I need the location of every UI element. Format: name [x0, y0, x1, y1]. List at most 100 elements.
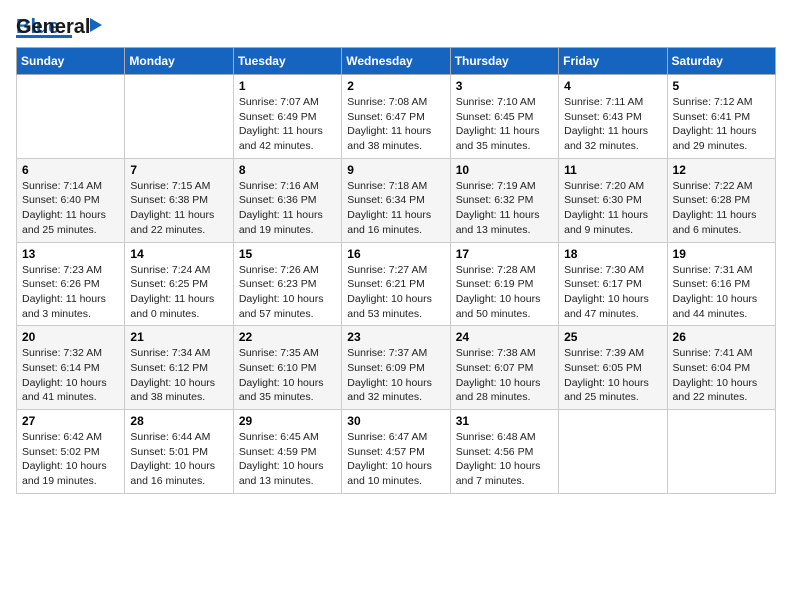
calendar-day-21: 21 Sunrise: 7:34 AM Sunset: 6:12 PM Dayli…	[125, 326, 233, 410]
day-info: Sunrise: 7:18 AM Sunset: 6:34 PM Dayligh…	[347, 179, 444, 238]
calendar-week-1: 1 Sunrise: 7:07 AM Sunset: 6:49 PM Daylig…	[17, 75, 776, 159]
day-info: Sunrise: 7:31 AM Sunset: 6:16 PM Dayligh…	[673, 263, 770, 322]
calendar-header-row: SundayMondayTuesdayWednesdayThursdayFrid…	[17, 48, 776, 75]
day-info: Sunrise: 7:32 AM Sunset: 6:14 PM Dayligh…	[22, 346, 119, 405]
day-info: Sunrise: 7:30 AM Sunset: 6:17 PM Dayligh…	[564, 263, 661, 322]
calendar-week-2: 6 Sunrise: 7:14 AM Sunset: 6:40 PM Daylig…	[17, 158, 776, 242]
day-number: 20	[22, 330, 119, 344]
day-info: Sunrise: 7:22 AM Sunset: 6:28 PM Dayligh…	[673, 179, 770, 238]
day-info: Sunrise: 7:12 AM Sunset: 6:41 PM Dayligh…	[673, 95, 770, 154]
day-number: 24	[456, 330, 553, 344]
day-number: 6	[22, 163, 119, 177]
page-header: General Blue	[16, 16, 776, 39]
calendar-day-23: 23 Sunrise: 7:37 AM Sunset: 6:09 PM Dayli…	[342, 326, 450, 410]
day-number: 8	[239, 163, 336, 177]
weekday-header-saturday: Saturday	[667, 48, 775, 75]
calendar-day-24: 24 Sunrise: 7:38 AM Sunset: 6:07 PM Dayli…	[450, 326, 558, 410]
calendar-day-25: 25 Sunrise: 7:39 AM Sunset: 6:05 PM Dayli…	[559, 326, 667, 410]
calendar-day-29: 29Sunrise: 6:45 AM Sunset: 4:59 PM Dayli…	[233, 410, 341, 494]
calendar-empty-cell	[17, 75, 125, 159]
calendar-day-14: 14 Sunrise: 7:24 AM Sunset: 6:25 PM Dayli…	[125, 242, 233, 326]
day-number: 16	[347, 247, 444, 261]
day-info: Sunrise: 7:10 AM Sunset: 6:45 PM Dayligh…	[456, 95, 553, 154]
day-number: 14	[130, 247, 227, 261]
day-number: 27	[22, 414, 119, 428]
calendar-day-1: 1 Sunrise: 7:07 AM Sunset: 6:49 PM Daylig…	[233, 75, 341, 159]
logo-arrow-icon	[90, 18, 102, 32]
day-number: 15	[239, 247, 336, 261]
day-number: 23	[347, 330, 444, 344]
calendar-body: 1 Sunrise: 7:07 AM Sunset: 6:49 PM Daylig…	[17, 75, 776, 494]
day-info: Sunrise: 6:42 AM Sunset: 5:02 PM Dayligh…	[22, 430, 119, 489]
calendar-day-7: 7 Sunrise: 7:15 AM Sunset: 6:38 PM Daylig…	[125, 158, 233, 242]
calendar-day-19: 19 Sunrise: 7:31 AM Sunset: 6:16 PM Dayli…	[667, 242, 775, 326]
logo-general: General	[16, 16, 90, 38]
day-info: Sunrise: 7:41 AM Sunset: 6:04 PM Dayligh…	[673, 346, 770, 405]
day-info: Sunrise: 7:26 AM Sunset: 6:23 PM Dayligh…	[239, 263, 336, 322]
weekday-header-wednesday: Wednesday	[342, 48, 450, 75]
day-number: 1	[239, 79, 336, 93]
calendar-day-26: 26 Sunrise: 7:41 AM Sunset: 6:04 PM Dayli…	[667, 326, 775, 410]
calendar-day-11: 11Sunrise: 7:20 AM Sunset: 6:30 PM Dayli…	[559, 158, 667, 242]
day-info: Sunrise: 7:16 AM Sunset: 6:36 PM Dayligh…	[239, 179, 336, 238]
calendar-week-3: 13 Sunrise: 7:23 AM Sunset: 6:26 PM Dayli…	[17, 242, 776, 326]
calendar-day-18: 18 Sunrise: 7:30 AM Sunset: 6:17 PM Dayli…	[559, 242, 667, 326]
day-info: Sunrise: 7:07 AM Sunset: 6:49 PM Dayligh…	[239, 95, 336, 154]
day-info: Sunrise: 7:37 AM Sunset: 6:09 PM Dayligh…	[347, 346, 444, 405]
day-info: Sunrise: 7:11 AM Sunset: 6:43 PM Dayligh…	[564, 95, 661, 154]
calendar-day-15: 15 Sunrise: 7:26 AM Sunset: 6:23 PM Dayli…	[233, 242, 341, 326]
day-info: Sunrise: 7:34 AM Sunset: 6:12 PM Dayligh…	[130, 346, 227, 405]
calendar-day-4: 4 Sunrise: 7:11 AM Sunset: 6:43 PM Daylig…	[559, 75, 667, 159]
calendar-day-12: 12Sunrise: 7:22 AM Sunset: 6:28 PM Dayli…	[667, 158, 775, 242]
day-number: 21	[130, 330, 227, 344]
weekday-header-sunday: Sunday	[17, 48, 125, 75]
day-info: Sunrise: 7:19 AM Sunset: 6:32 PM Dayligh…	[456, 179, 553, 238]
day-number: 7	[130, 163, 227, 177]
day-number: 26	[673, 330, 770, 344]
calendar-day-13: 13 Sunrise: 7:23 AM Sunset: 6:26 PM Dayli…	[17, 242, 125, 326]
day-number: 22	[239, 330, 336, 344]
day-number: 31	[456, 414, 553, 428]
logo: General Blue	[16, 16, 90, 39]
day-info: Sunrise: 7:38 AM Sunset: 6:07 PM Dayligh…	[456, 346, 553, 405]
day-number: 17	[456, 247, 553, 261]
weekday-header-thursday: Thursday	[450, 48, 558, 75]
calendar-day-28: 28 Sunrise: 6:44 AM Sunset: 5:01 PM Dayli…	[125, 410, 233, 494]
day-info: Sunrise: 7:23 AM Sunset: 6:26 PM Dayligh…	[22, 263, 119, 322]
calendar-empty-cell	[667, 410, 775, 494]
day-info: Sunrise: 6:47 AM Sunset: 4:57 PM Dayligh…	[347, 430, 444, 489]
day-number: 10	[456, 163, 553, 177]
day-info: Sunrise: 6:44 AM Sunset: 5:01 PM Dayligh…	[130, 430, 227, 489]
weekday-header-friday: Friday	[559, 48, 667, 75]
calendar-empty-cell	[559, 410, 667, 494]
day-info: Sunrise: 7:24 AM Sunset: 6:25 PM Dayligh…	[130, 263, 227, 322]
day-info: Sunrise: 7:28 AM Sunset: 6:19 PM Dayligh…	[456, 263, 553, 322]
day-info: Sunrise: 7:14 AM Sunset: 6:40 PM Dayligh…	[22, 179, 119, 238]
calendar-day-16: 16 Sunrise: 7:27 AM Sunset: 6:21 PM Dayli…	[342, 242, 450, 326]
day-number: 28	[130, 414, 227, 428]
weekday-header-tuesday: Tuesday	[233, 48, 341, 75]
day-number: 11	[564, 163, 661, 177]
day-info: Sunrise: 7:27 AM Sunset: 6:21 PM Dayligh…	[347, 263, 444, 322]
calendar-day-2: 2Sunrise: 7:08 AM Sunset: 6:47 PM Daylig…	[342, 75, 450, 159]
calendar-day-6: 6 Sunrise: 7:14 AM Sunset: 6:40 PM Daylig…	[17, 158, 125, 242]
calendar-day-30: 30Sunrise: 6:47 AM Sunset: 4:57 PM Dayli…	[342, 410, 450, 494]
day-info: Sunrise: 6:48 AM Sunset: 4:56 PM Dayligh…	[456, 430, 553, 489]
day-info: Sunrise: 7:39 AM Sunset: 6:05 PM Dayligh…	[564, 346, 661, 405]
calendar-day-3: 3 Sunrise: 7:10 AM Sunset: 6:45 PM Daylig…	[450, 75, 558, 159]
calendar-day-20: 20 Sunrise: 7:32 AM Sunset: 6:14 PM Dayli…	[17, 326, 125, 410]
calendar-day-10: 10 Sunrise: 7:19 AM Sunset: 6:32 PM Dayli…	[450, 158, 558, 242]
weekday-header-monday: Monday	[125, 48, 233, 75]
day-number: 18	[564, 247, 661, 261]
day-number: 3	[456, 79, 553, 93]
day-number: 19	[673, 247, 770, 261]
calendar-week-5: 27 Sunrise: 6:42 AM Sunset: 5:02 PM Dayli…	[17, 410, 776, 494]
day-number: 25	[564, 330, 661, 344]
day-number: 4	[564, 79, 661, 93]
calendar-empty-cell	[125, 75, 233, 159]
day-number: 5	[673, 79, 770, 93]
day-number: 13	[22, 247, 119, 261]
day-info: Sunrise: 7:15 AM Sunset: 6:38 PM Dayligh…	[130, 179, 227, 238]
calendar-day-8: 8 Sunrise: 7:16 AM Sunset: 6:36 PM Daylig…	[233, 158, 341, 242]
calendar-day-9: 9Sunrise: 7:18 AM Sunset: 6:34 PM Daylig…	[342, 158, 450, 242]
